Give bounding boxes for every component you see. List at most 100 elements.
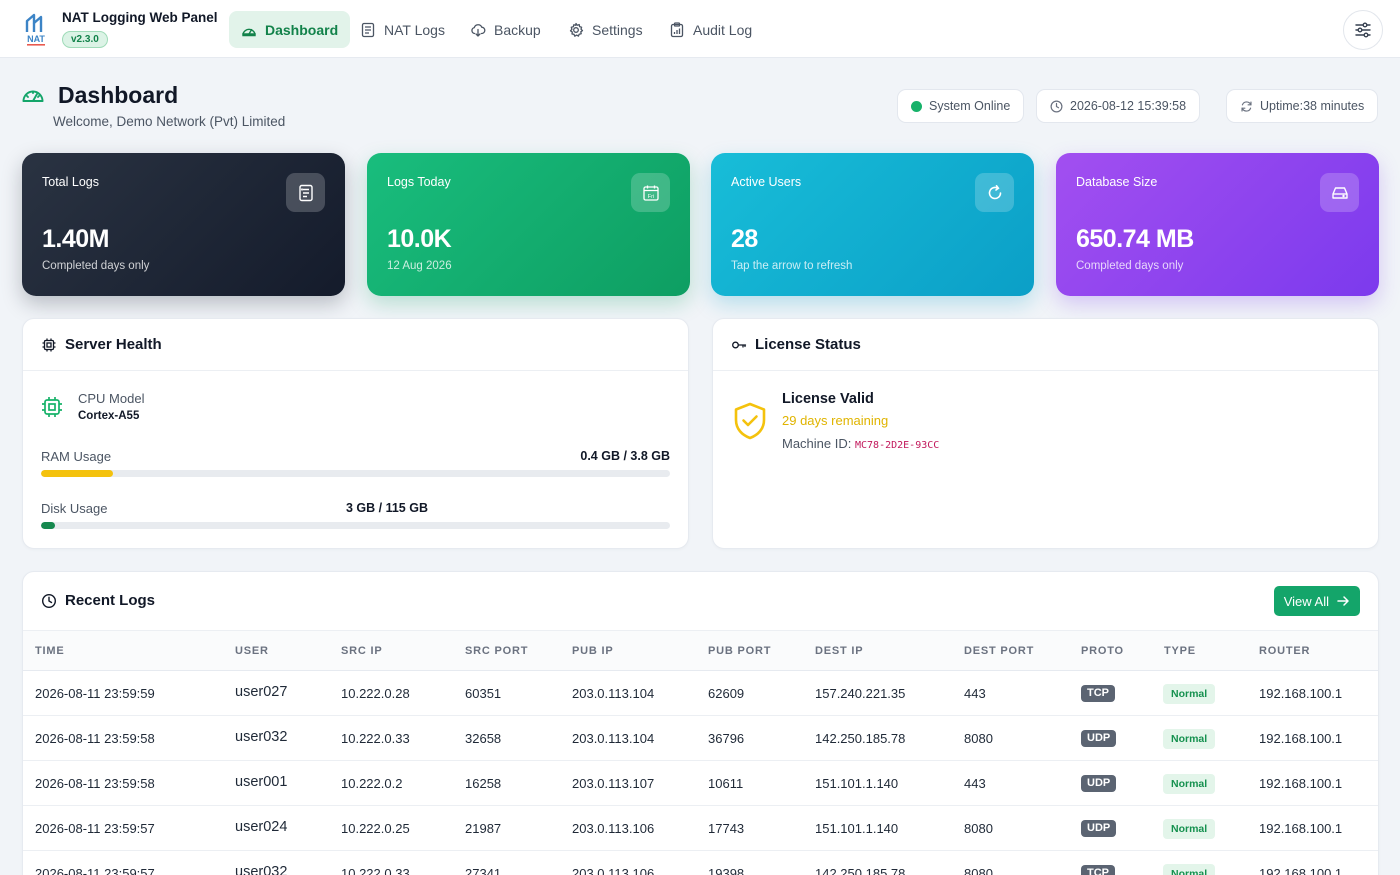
- nav-audit-log[interactable]: Audit Log: [657, 11, 764, 48]
- cell-router: 192.168.100.1: [1259, 731, 1343, 746]
- stat-value: 650.74 MB: [1076, 225, 1194, 253]
- protocol-badge: UDP: [1081, 820, 1117, 837]
- cell-dest-port: 8080: [964, 821, 993, 836]
- license-valid-text: License Valid: [782, 391, 874, 407]
- chip-icon: [42, 338, 56, 351]
- cpu-model-value: Cortex-A55: [78, 410, 140, 422]
- cell-router: 192.168.100.1: [1259, 686, 1343, 701]
- cell-pub-port: 62609: [708, 686, 745, 701]
- stat-subtext: Completed days only: [1076, 260, 1184, 272]
- disk-usage-value: 3 GB / 115 GB: [346, 501, 428, 515]
- cell-dest-port: 443: [964, 686, 986, 701]
- server-health-header: Server Health: [23, 319, 688, 371]
- svg-text:NAT: NAT: [27, 34, 45, 44]
- top-navigation-bar: NAT NAT Logging Web Panel v2.3.0 Dashboa…: [0, 0, 1400, 58]
- clock-icon: [1050, 100, 1063, 112]
- cell-pub-ip: 203.0.113.106: [572, 866, 655, 875]
- nav-backup[interactable]: Backup: [458, 11, 553, 48]
- cell-src-port: 32658: [465, 731, 502, 746]
- cell-router: 192.168.100.1: [1259, 866, 1343, 875]
- nat-logo-icon[interactable]: NAT: [22, 10, 50, 48]
- protocol-badge: TCP: [1081, 865, 1115, 875]
- preferences-button[interactable]: [1343, 10, 1383, 50]
- svg-text:Fri: Fri: [647, 193, 653, 199]
- refresh-icon: [988, 184, 1001, 199]
- logs-table-header: TIME USER SRC IP SRC PORT PUB IP PUB POR…: [23, 630, 1378, 671]
- column-header-time[interactable]: TIME: [35, 645, 64, 657]
- column-header-src-ip[interactable]: SRC IP: [341, 645, 382, 657]
- cell-src-ip: 10.222.0.2: [341, 776, 403, 791]
- refresh-users-button[interactable]: [975, 173, 1014, 212]
- column-header-pub-ip[interactable]: PUB IP: [572, 645, 613, 657]
- table-row[interactable]: 2026-08-11 23:59:58 user032 10.222.0.33 …: [23, 716, 1378, 761]
- nav-nat-logs[interactable]: NAT Logs: [348, 11, 457, 48]
- cpu-model-label: CPU Model: [78, 391, 145, 406]
- column-header-dest-port[interactable]: DEST PORT: [964, 645, 1034, 657]
- cpu-icon: [42, 397, 62, 417]
- database-size-card: Database Size 650.74 MB Completed days o…: [1056, 153, 1379, 296]
- cell-src-ip: 10.222.0.33: [341, 731, 410, 746]
- nav-dashboard-label: Dashboard: [265, 21, 339, 38]
- cell-time: 2026-08-11 23:59:58: [35, 731, 155, 746]
- column-header-proto[interactable]: PROTO: [1081, 645, 1124, 657]
- cell-src-port: 16258: [465, 776, 502, 791]
- cell-user: user032: [235, 864, 288, 875]
- cell-time: 2026-08-11 23:59:57: [35, 821, 155, 836]
- ram-usage-bar: [41, 470, 670, 477]
- column-header-pub-port[interactable]: PUB PORT: [708, 645, 771, 657]
- stat-label: Database Size: [1076, 175, 1158, 189]
- nav-settings[interactable]: Settings: [556, 11, 655, 48]
- type-badge: Normal: [1163, 819, 1216, 839]
- cell-pub-port: 10611: [708, 776, 744, 791]
- cell-pub-port: 19398: [708, 866, 745, 875]
- column-header-dest-ip[interactable]: DEST IP: [815, 645, 863, 657]
- uptime-pill: Uptime:38 minutes: [1226, 89, 1379, 123]
- table-row[interactable]: 2026-08-11 23:59:59 user027 10.222.0.28 …: [23, 671, 1378, 716]
- cell-src-ip: 10.222.0.25: [341, 821, 410, 836]
- log-list-icon: [286, 173, 325, 212]
- cell-src-port: 60351: [465, 686, 502, 701]
- server-health-title: Server Health: [65, 336, 162, 353]
- cell-dest-ip: 157.240.221.35: [815, 686, 906, 701]
- uptime-text: Uptime:38 minutes: [1260, 99, 1365, 113]
- refresh-icon: [1241, 100, 1252, 112]
- cell-dest-ip: 142.250.185.78: [815, 731, 906, 746]
- cell-src-ip: 10.222.0.28: [341, 686, 410, 701]
- active-users-card: Active Users 28 Tap the arrow to refresh: [711, 153, 1034, 296]
- cell-dest-ip: 151.101.1.140: [815, 821, 899, 836]
- cell-user: user032: [235, 729, 288, 745]
- table-row[interactable]: 2026-08-11 23:59:58 user001 10.222.0.2 1…: [23, 761, 1378, 806]
- column-header-type[interactable]: TYPE: [1164, 645, 1196, 657]
- datetime-pill: 2026-08-12 15:39:58: [1036, 89, 1201, 123]
- cell-pub-port: 36796: [708, 731, 745, 746]
- welcome-text: Welcome, Demo Network (Pvt) Limited: [53, 114, 286, 129]
- table-row[interactable]: 2026-08-11 23:59:57 user032 10.222.0.33 …: [23, 851, 1378, 875]
- column-header-user[interactable]: USER: [235, 645, 269, 657]
- view-all-label: View All: [1283, 593, 1329, 609]
- key-icon: [732, 341, 747, 348]
- column-header-src-port[interactable]: SRC PORT: [465, 645, 528, 657]
- cell-dest-port: 8080: [964, 731, 993, 746]
- cell-user: user024: [235, 819, 288, 835]
- machine-id-value: MC78-2D2E-93CC: [855, 440, 940, 451]
- column-header-router[interactable]: ROUTER: [1259, 645, 1310, 657]
- license-status-panel: License Status License Valid 29 days rem…: [712, 318, 1379, 549]
- history-clock-icon: [41, 593, 57, 608]
- protocol-badge: TCP: [1081, 685, 1115, 702]
- gear-icon: [569, 22, 584, 37]
- license-days-remaining: 29 days remaining: [782, 413, 889, 428]
- table-row[interactable]: 2026-08-11 23:59:57 user024 10.222.0.25 …: [23, 806, 1378, 851]
- cell-dest-ip: 142.250.185.78: [815, 866, 906, 875]
- ram-usage-fill: [41, 470, 114, 477]
- dashboard-icon: [242, 28, 256, 36]
- cell-pub-ip: 203.0.113.106: [572, 821, 655, 836]
- dashboard-gauge-icon: [22, 90, 44, 102]
- type-badge: Normal: [1163, 684, 1216, 704]
- stat-value: 10.0K: [387, 225, 452, 253]
- datetime-text: 2026-08-12 15:39:58: [1070, 99, 1187, 113]
- arrow-right-icon: [1337, 596, 1349, 606]
- logs-today-card: Logs Today 10.0K 12 Aug 2026 Fri: [367, 153, 690, 296]
- cell-pub-ip: 203.0.113.104: [572, 731, 655, 746]
- nav-dashboard[interactable]: Dashboard: [229, 11, 351, 48]
- view-all-button[interactable]: View All: [1273, 586, 1360, 616]
